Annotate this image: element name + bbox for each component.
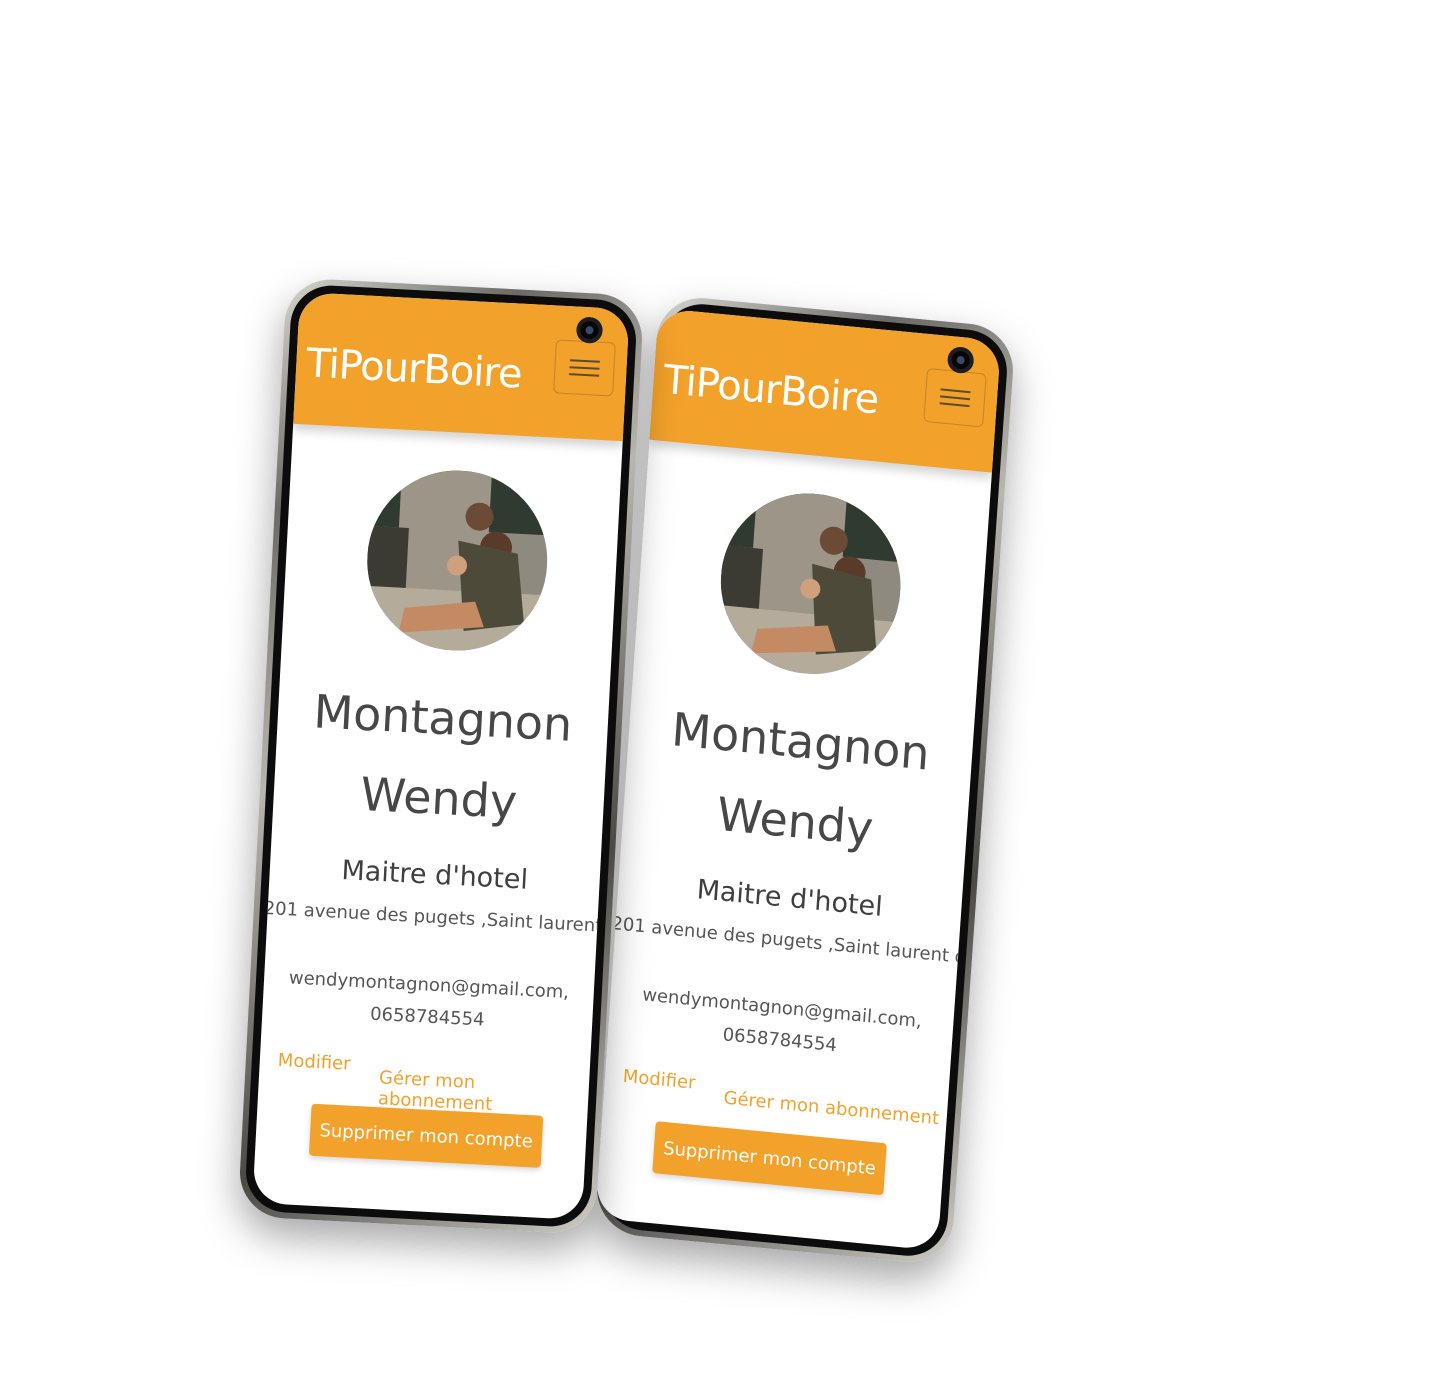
phone-screen: TiPourBoire Montagnon Wendy Maitre d'hot… xyxy=(594,307,1002,1251)
profile-address: 201 avenue des pugets ,Saint laurent du … xyxy=(263,897,630,940)
delete-account-button[interactable]: Supprimer mon compte xyxy=(308,1103,544,1168)
phone-mockup-front: TiPourBoire Montagnon Wendy Maitre d'hot… xyxy=(237,277,645,1235)
app-header: TiPourBoire xyxy=(293,291,630,442)
delete-account-button[interactable]: Supprimer mon compte xyxy=(652,1121,887,1196)
profile-contact: wendymontagnon@gmail.com, 0658784554 xyxy=(607,976,954,1073)
app-header: TiPourBoire xyxy=(649,307,1002,473)
manage-subscription-link[interactable]: Gérer mon abonnement xyxy=(723,1088,940,1130)
brand-logo[interactable]: TiPourBoire xyxy=(662,357,880,424)
avatar xyxy=(714,485,907,683)
brand-logo[interactable]: TiPourBoire xyxy=(305,340,523,397)
profile-name: Montagnon Wendy xyxy=(621,685,975,878)
phone-bezel: TiPourBoire Montagnon Wendy Maitre d'hot… xyxy=(243,283,639,1229)
hamburger-menu-icon[interactable] xyxy=(553,339,616,397)
avatar xyxy=(362,465,552,656)
phone-bezel: TiPourBoire Montagnon Wendy Maitre d'hot… xyxy=(594,300,1010,1260)
phone-screen: TiPourBoire Montagnon Wendy Maitre d'hot… xyxy=(252,291,630,1221)
profile-name: Montagnon Wendy xyxy=(272,669,610,846)
phone-mockup-back: TiPourBoire Montagnon Wendy Maitre d'hot… xyxy=(593,293,1017,1267)
modifier-link[interactable]: Modifier xyxy=(277,1050,351,1075)
profile-role: Maitre d'hotel xyxy=(340,854,529,896)
hamburger-menu-icon[interactable] xyxy=(923,367,987,428)
modifier-link[interactable]: Modifier xyxy=(622,1066,696,1094)
profile-contact: wendymontagnon@gmail.com, 0658784554 xyxy=(262,961,595,1042)
